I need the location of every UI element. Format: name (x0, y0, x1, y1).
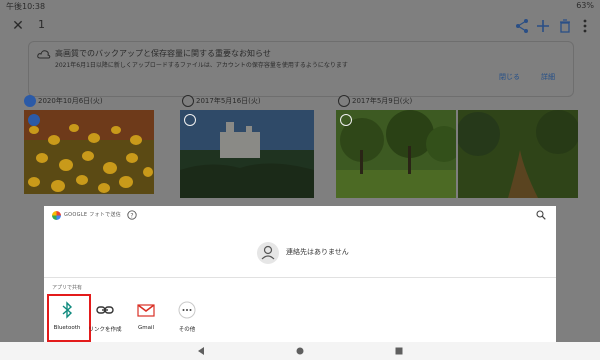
date-header: 2017年5月16日(火) (196, 97, 261, 105)
share-app-label: Gmail (137, 325, 155, 331)
person-icon (257, 242, 279, 264)
photo-select-circle[interactable] (340, 114, 352, 126)
photo-park[interactable] (336, 110, 462, 198)
selected-count: 1 (38, 18, 45, 31)
recents-icon[interactable] (394, 346, 404, 356)
home-icon[interactable] (295, 346, 305, 356)
more-vert-icon[interactable] (579, 18, 591, 34)
photo-selected-check[interactable] (28, 114, 40, 126)
divider (44, 277, 556, 278)
photo-tulips[interactable] (24, 110, 154, 194)
status-bar: 午後10:38 63% (0, 0, 600, 12)
notice-title: 高画質でのバックアップと保存容量に関する重要なお知らせ (55, 49, 271, 58)
park-image (336, 110, 462, 198)
castle-image (180, 110, 314, 198)
link-icon (96, 306, 114, 314)
delete-icon[interactable] (557, 18, 573, 34)
no-contacts-text: 連絡先はありません (286, 248, 349, 256)
tulips-image (24, 110, 154, 194)
google-photos-icon (52, 211, 61, 220)
date-header: 2017年5月9日(火) (352, 97, 413, 105)
share-app-label: Bluetooth (53, 325, 81, 331)
notice-body: 2021年6月1日以降に新しくアップロードするファイルは、アカウントの保存容量を… (55, 62, 348, 69)
share-sheet-title: GOOGLE フォトで送信 (64, 212, 122, 218)
notice-details-button[interactable]: 詳細 (541, 72, 555, 82)
forest-path-image (456, 110, 580, 198)
photo-select-circle[interactable] (184, 114, 196, 126)
bluetooth-icon (62, 301, 73, 319)
share-sheet-header: GOOGLE フォトで送信 ? (44, 206, 556, 224)
battery-level: 63% (576, 1, 594, 10)
storage-notice-card: 高画質でのバックアップと保存容量に関する重要なお知らせ 2021年6月1日以降に… (28, 41, 574, 97)
share-with-apps-label: アプリで共有 (52, 285, 83, 291)
system-nav-bar (0, 342, 600, 360)
share-app-gmail[interactable]: Gmail (125, 294, 167, 338)
cloud-icon (37, 50, 51, 59)
search-icon[interactable] (536, 210, 546, 220)
share-app-create-link[interactable]: リンクを作成 (84, 294, 126, 338)
date-header: 2020年10月6日(火) (38, 97, 103, 105)
notice-close-button[interactable]: 閉じる (499, 72, 520, 82)
share-icon[interactable] (514, 18, 530, 34)
date-group-checkbox[interactable] (338, 95, 350, 107)
share-app-bluetooth[interactable]: Bluetooth (46, 294, 88, 338)
share-app-more[interactable]: その他 (166, 294, 208, 338)
more-icon (178, 301, 196, 319)
selection-app-bar: ✕ 1 (0, 12, 600, 40)
add-icon[interactable] (535, 18, 551, 34)
date-group-checkbox[interactable] (182, 95, 194, 107)
photo-castle[interactable] (180, 110, 314, 198)
close-icon[interactable]: ✕ (10, 18, 26, 34)
photo-forest-path[interactable] (456, 110, 580, 198)
share-bottom-sheet: GOOGLE フォトで送信 ? 連絡先はありません アプリで共有 Bluetoo… (44, 206, 556, 342)
svg-text:?: ? (130, 212, 133, 219)
share-app-label: その他 (178, 327, 196, 333)
date-group-checkbox[interactable] (24, 95, 36, 107)
share-app-label: リンクを作成 (88, 327, 122, 333)
gmail-icon (137, 304, 155, 317)
help-icon[interactable]: ? (127, 210, 137, 220)
status-time: 午後10:38 (6, 2, 46, 11)
back-icon[interactable] (196, 346, 206, 356)
